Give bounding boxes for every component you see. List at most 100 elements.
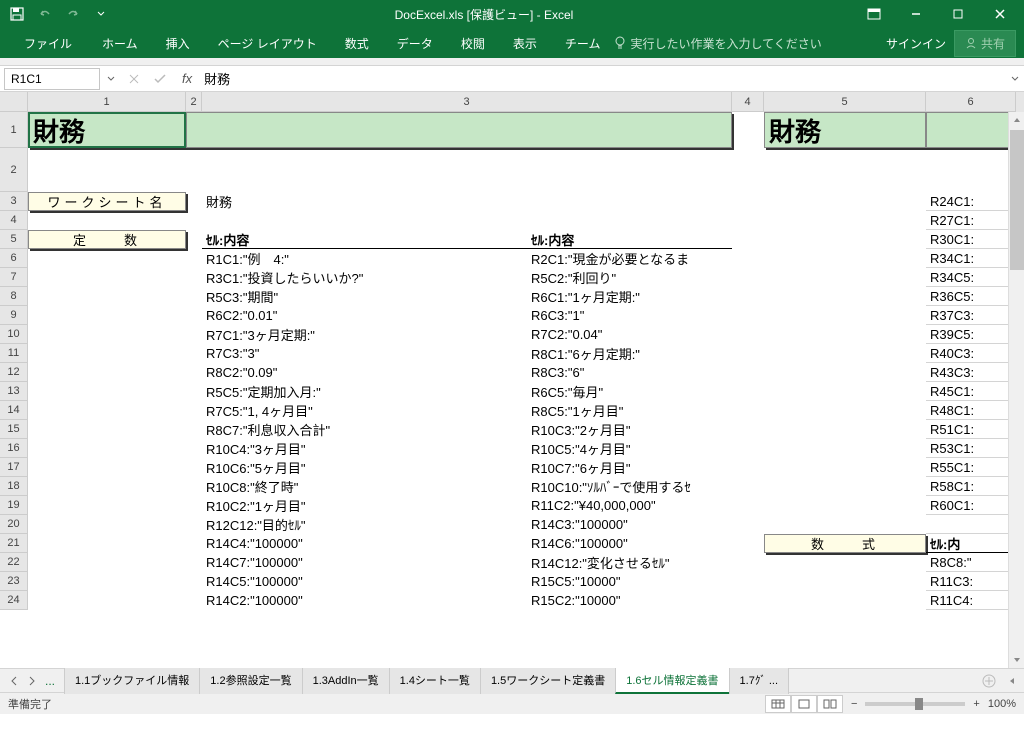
row-header[interactable]: 19	[0, 496, 28, 515]
cell[interactable]	[186, 496, 202, 515]
cell[interactable]	[732, 363, 764, 382]
title-cell-right2[interactable]	[926, 112, 1016, 148]
redo-button[interactable]	[60, 3, 86, 25]
title-cell-center[interactable]	[186, 112, 732, 148]
cell[interactable]: R14C4:"100000" R14C6:"100000"	[202, 534, 732, 553]
cell[interactable]	[764, 439, 926, 458]
cell[interactable]	[28, 249, 186, 268]
fx-button[interactable]: fx	[176, 71, 198, 86]
cell[interactable]: R40C3:	[926, 344, 1016, 363]
cell[interactable]	[764, 515, 926, 534]
cell[interactable]	[28, 515, 186, 534]
cell[interactable]	[732, 287, 764, 306]
zoom-slider[interactable]	[865, 702, 965, 706]
row-header[interactable]: 24	[0, 591, 28, 610]
row-header[interactable]: 7	[0, 268, 28, 287]
cell[interactable]	[926, 515, 1016, 534]
tab-insert[interactable]: 挿入	[152, 29, 204, 58]
cell[interactable]	[732, 534, 764, 553]
cell[interactable]	[186, 306, 202, 325]
cell[interactable]	[732, 148, 764, 192]
zoom-thumb[interactable]	[915, 698, 923, 710]
cell[interactable]	[186, 268, 202, 287]
cell[interactable]: R14C7:"100000" R14C12:"変化させるｾﾙ"	[202, 553, 732, 572]
cell[interactable]	[202, 211, 732, 230]
spreadsheet-grid[interactable]: 1 2 3 4 5 6 1 財務 財務 2 3 ワークシート名	[0, 92, 1024, 668]
cell[interactable]: R55C1:	[926, 458, 1016, 477]
cell[interactable]	[28, 401, 186, 420]
cell[interactable]	[186, 439, 202, 458]
hscroll-left[interactable]	[1000, 677, 1024, 685]
cell[interactable]	[186, 515, 202, 534]
sheet-tab[interactable]: 1.6セル情報定義書	[615, 667, 729, 694]
cell[interactable]	[764, 249, 926, 268]
col-header-4[interactable]: 4	[732, 92, 764, 112]
cell[interactable]: R36C5:	[926, 287, 1016, 306]
worksheet-value[interactable]: 財務	[202, 192, 732, 211]
formula-label[interactable]: 数 式	[764, 534, 926, 553]
formula-input[interactable]	[198, 68, 1006, 90]
ribbon-display-button[interactable]	[854, 3, 894, 25]
cell[interactable]: R24C1:	[926, 192, 1016, 211]
tab-team[interactable]: チーム	[551, 29, 615, 58]
cell[interactable]	[28, 287, 186, 306]
tab-formulas[interactable]: 数式	[331, 29, 383, 58]
cell[interactable]: R7C1:"3ヶ月定期:" R7C2:"0.04"	[202, 325, 732, 344]
save-button[interactable]	[4, 3, 30, 25]
cell[interactable]: R27C1:	[926, 211, 1016, 230]
cell[interactable]: R60C1:	[926, 496, 1016, 515]
cell[interactable]	[28, 553, 186, 572]
cell[interactable]: R7C5:"1, 4ヶ月目" R8C5:"1ヶ月目"	[202, 401, 732, 420]
page-layout-view-button[interactable]	[791, 695, 817, 713]
cell[interactable]	[186, 249, 202, 268]
row-header[interactable]: 21	[0, 534, 28, 553]
cell[interactable]	[186, 230, 202, 249]
cell[interactable]	[732, 553, 764, 572]
cell[interactable]	[732, 268, 764, 287]
cell[interactable]: R8C7:"利息収入合計" R10C3:"2ヶ月目"	[202, 420, 732, 439]
cell[interactable]	[186, 401, 202, 420]
zoom-level[interactable]: 100%	[988, 698, 1016, 710]
scrollbar-thumb[interactable]	[1010, 130, 1024, 270]
cell[interactable]	[732, 325, 764, 344]
minimize-button[interactable]	[896, 3, 936, 25]
row-header[interactable]: 1	[0, 112, 28, 148]
cell[interactable]	[28, 420, 186, 439]
cell[interactable]	[186, 572, 202, 591]
row-header[interactable]: 18	[0, 477, 28, 496]
cell[interactable]: R11C4:	[926, 591, 1016, 610]
cell[interactable]	[732, 420, 764, 439]
sheet-tab[interactable]: 1.2参照設定一覧	[199, 667, 302, 694]
page-break-view-button[interactable]	[817, 695, 843, 713]
cell[interactable]	[764, 553, 926, 572]
signin-link[interactable]: サインイン	[886, 35, 946, 52]
cell[interactable]	[764, 591, 926, 610]
enter-formula-button[interactable]	[148, 69, 172, 89]
cell[interactable]	[202, 148, 732, 192]
cell[interactable]: R5C3:"期間" R6C1:"1ヶ月定期:"	[202, 287, 732, 306]
normal-view-button[interactable]	[765, 695, 791, 713]
cell[interactable]	[732, 192, 764, 211]
row-header[interactable]: 17	[0, 458, 28, 477]
row-header[interactable]: 15	[0, 420, 28, 439]
cell[interactable]: R34C1:	[926, 249, 1016, 268]
cell[interactable]	[186, 420, 202, 439]
cell[interactable]: R45C1:	[926, 382, 1016, 401]
select-all-corner[interactable]	[0, 92, 28, 112]
cell[interactable]: R39C5:	[926, 325, 1016, 344]
cell[interactable]	[764, 382, 926, 401]
cell[interactable]	[764, 148, 926, 192]
cell[interactable]	[732, 306, 764, 325]
row-header[interactable]: 10	[0, 325, 28, 344]
cell[interactable]: R5C5:"定期加入月:" R6C5:"毎月"	[202, 382, 732, 401]
vertical-scrollbar[interactable]	[1008, 112, 1024, 668]
tab-file[interactable]: ファイル	[8, 29, 88, 58]
cell[interactable]: R53C1:	[926, 439, 1016, 458]
cell[interactable]	[732, 515, 764, 534]
cell[interactable]	[186, 553, 202, 572]
cell[interactable]: R3C1:"投資したらいいか?" R5C2:"利回り"	[202, 268, 732, 287]
cell[interactable]	[732, 458, 764, 477]
sheet-scroll-last[interactable]	[24, 673, 40, 689]
cell[interactable]	[764, 458, 926, 477]
cell[interactable]	[732, 382, 764, 401]
